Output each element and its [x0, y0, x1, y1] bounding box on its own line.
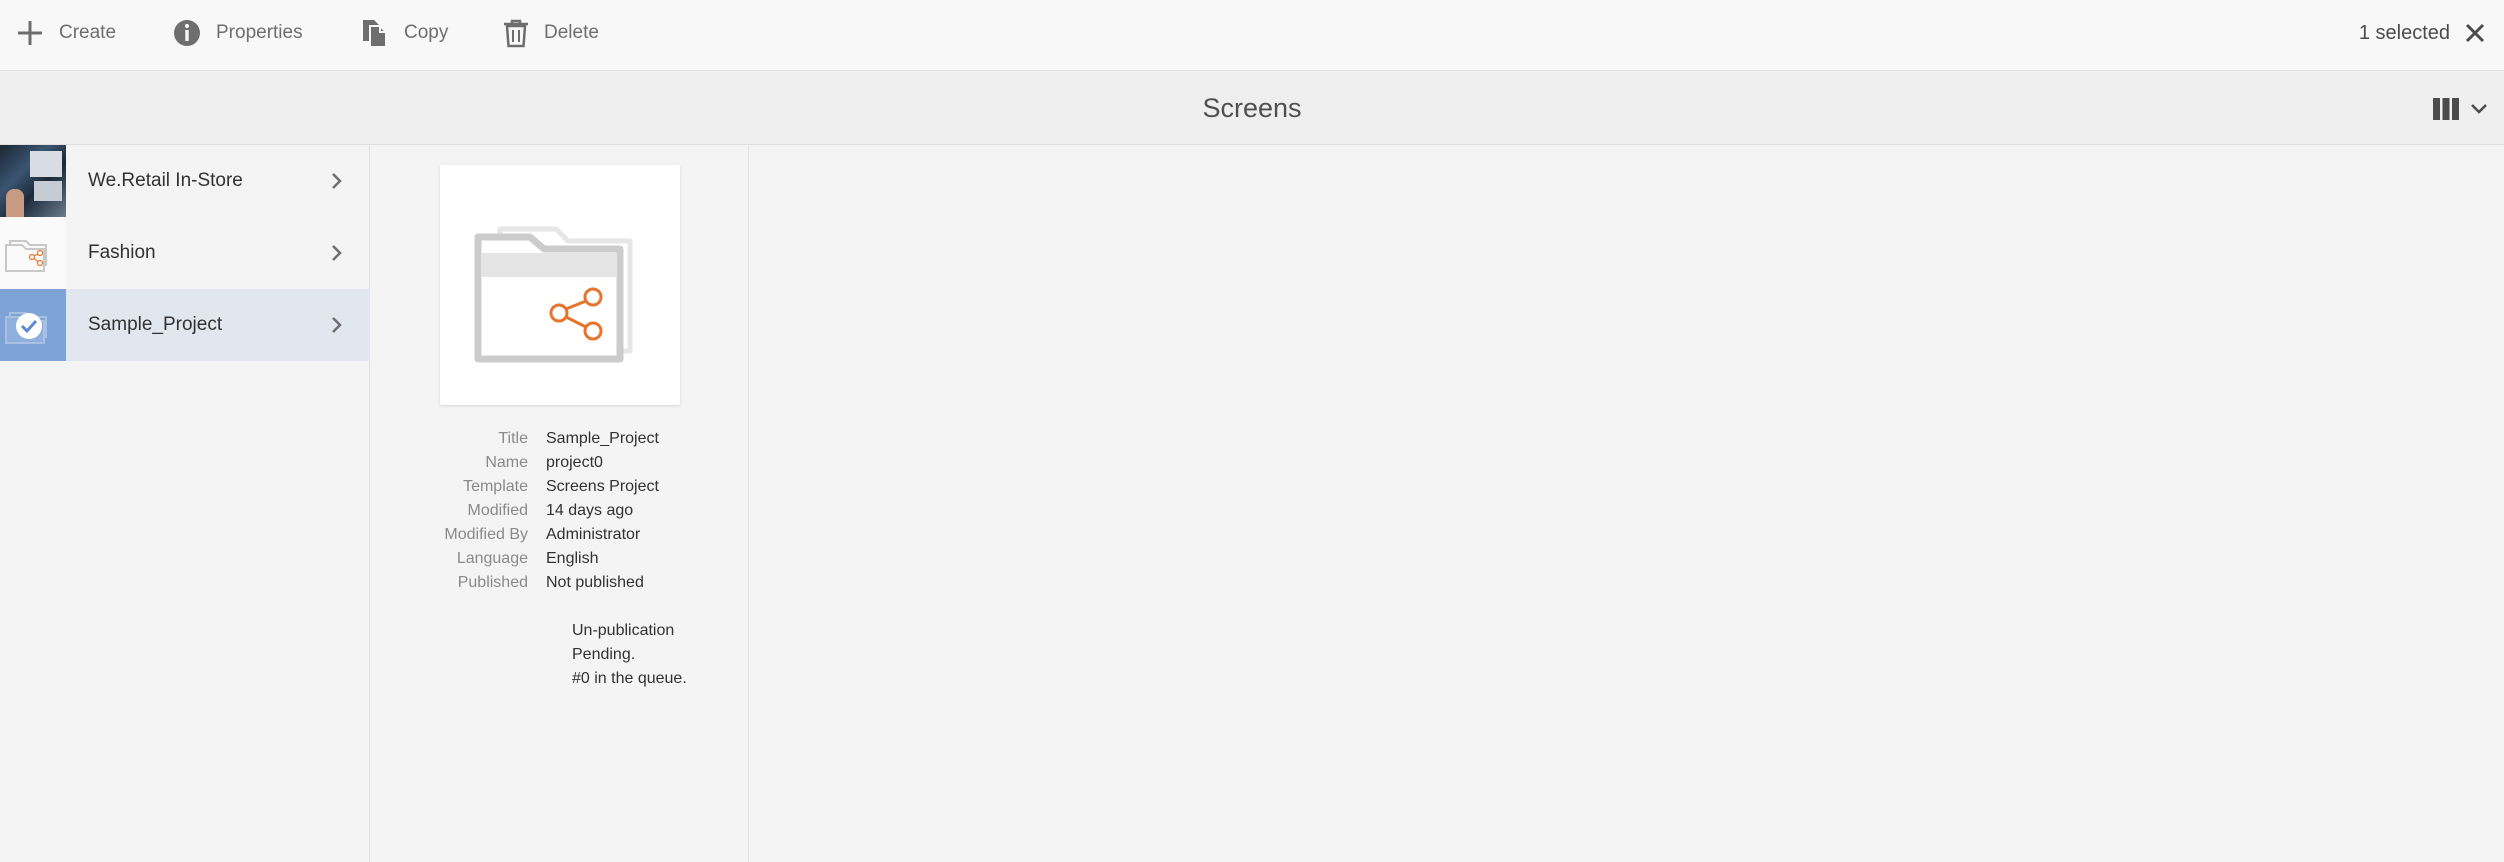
meta-key: Modified By: [444, 526, 528, 543]
column-1: We.Retail In-Store Fashion Sample_Projec…: [0, 145, 370, 862]
create-button[interactable]: Create: [15, 0, 116, 66]
meta-key: Language: [456, 550, 528, 567]
column-item-sample-project[interactable]: Sample_Project: [0, 289, 370, 361]
meta-value: Sample_Project: [546, 430, 659, 447]
column-view-icon: [2433, 98, 2459, 120]
item-thumbnail: [0, 145, 66, 217]
preview-card: [440, 165, 680, 405]
close-icon[interactable]: [2460, 18, 2490, 48]
copy-button[interactable]: Copy: [360, 0, 448, 66]
trash-icon: [504, 19, 528, 48]
item-label: Fashion: [88, 242, 156, 263]
column-2-preview: Title Sample_Project Name project0 Templat…: [371, 145, 749, 862]
meta-key: Name: [485, 454, 528, 471]
copy-icon: [363, 20, 387, 48]
meta-value: Administrator: [546, 526, 641, 543]
selection-count: 1 selected: [2358, 21, 2450, 44]
meta-key: Published: [457, 574, 528, 591]
create-label: Create: [59, 22, 117, 43]
view-switcher[interactable]: [2432, 92, 2490, 126]
item-thumbnail: [0, 217, 66, 289]
info-icon: [174, 20, 200, 46]
delete-label: Delete: [544, 22, 599, 43]
title-bar: Screens: [0, 72, 2504, 145]
folder-share-icon: [474, 226, 633, 363]
chevron-right-icon[interactable]: [326, 242, 348, 264]
properties-label: Properties: [216, 22, 303, 43]
plus-icon: [18, 21, 42, 45]
column-item-we-retail[interactable]: We.Retail In-Store: [0, 145, 370, 217]
properties-button[interactable]: Properties: [172, 0, 303, 66]
meta-value: English: [546, 550, 599, 567]
chevron-down-icon: [2471, 104, 2487, 114]
page-title: Screens: [1202, 93, 1302, 123]
meta-value: Screens Project: [546, 478, 659, 495]
metadata-list: Title Sample_Project Name project0 Templat…: [371, 427, 749, 691]
checkmark-icon: [5, 312, 47, 344]
meta-key: Template: [463, 478, 528, 495]
chevron-right-icon[interactable]: [326, 170, 348, 192]
item-label: Sample_Project: [88, 314, 223, 335]
item-label: We.Retail In-Store: [88, 170, 243, 191]
note-line: Un-publication: [572, 622, 675, 639]
note-line: #0 in the queue.: [572, 670, 687, 687]
meta-value: Not published: [546, 574, 644, 591]
meta-key: Modified: [467, 502, 528, 519]
meta-value: project0: [546, 454, 603, 471]
meta-key: Title: [498, 430, 528, 447]
folder-share-icon: [5, 240, 47, 272]
publication-status-note: Un-publication Pending. #0 in the queue.: [572, 619, 742, 691]
item-thumbnail: [0, 289, 66, 361]
note-line: Pending.: [572, 646, 636, 663]
meta-value: 14 days ago: [546, 502, 634, 519]
copy-label: Copy: [404, 22, 449, 43]
chevron-right-icon[interactable]: [326, 314, 348, 336]
action-bar: Create Properties Copy Delete 1 selected: [0, 0, 2504, 71]
delete-button[interactable]: Delete: [502, 0, 599, 66]
column-item-fashion[interactable]: Fashion: [0, 217, 370, 289]
